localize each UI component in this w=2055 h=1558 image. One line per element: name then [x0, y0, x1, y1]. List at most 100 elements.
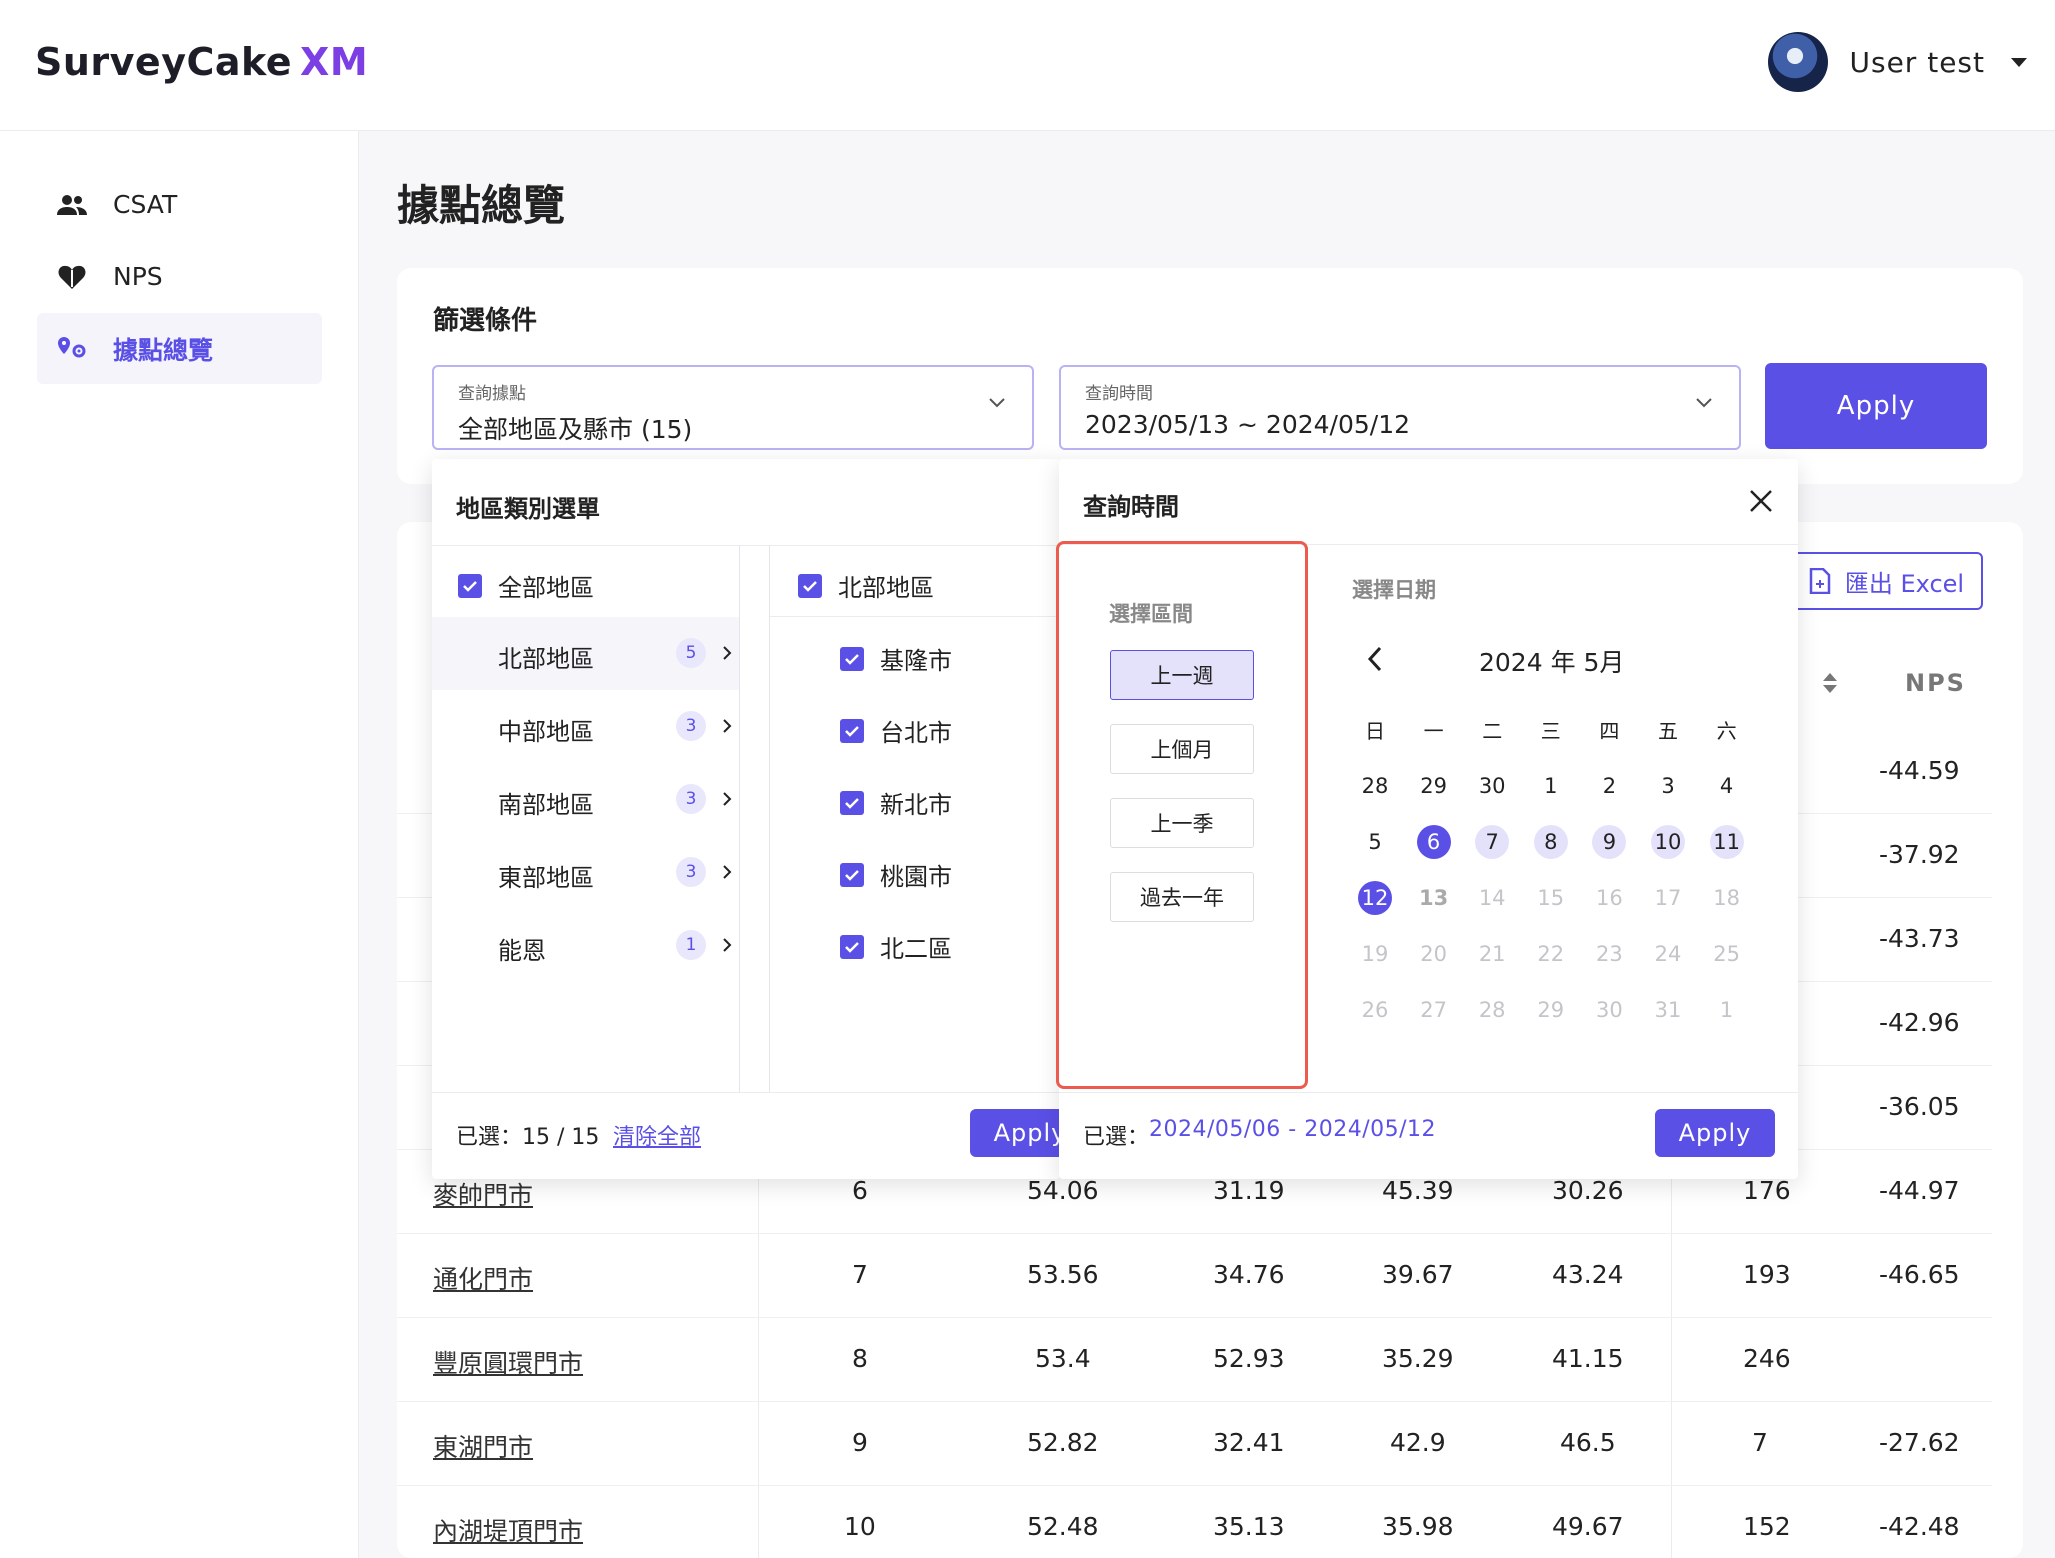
calendar-day: 19	[1361, 942, 1389, 966]
location-select-value: 全部地區及縣市 (15)	[458, 415, 693, 444]
clear-all-link[interactable]: 清除全部	[613, 1119, 701, 1151]
caret-down-icon[interactable]	[2011, 57, 2027, 67]
sort-icon[interactable]	[1822, 672, 1838, 694]
checkbox-checked-icon[interactable]	[840, 862, 864, 887]
count-cell: 193	[1743, 1260, 1791, 1289]
nps-cell: -44.59	[1879, 756, 1960, 785]
time-select[interactable]: 查詢時間 2023/05/13 ~ 2024/05/12	[1059, 365, 1741, 450]
region-item-central[interactable]: 中部地區 3	[498, 704, 738, 748]
city-checkbox-taipei[interactable]: 台北市	[840, 713, 952, 748]
calendar-title: 選擇日期	[1352, 578, 1436, 602]
export-excel-button[interactable]: 匯出 Excel	[1790, 552, 1983, 610]
region-item-east[interactable]: 東部地區 3	[498, 850, 738, 894]
checkbox-checked-icon[interactable]	[840, 718, 864, 743]
region-dropdown-panel: 地區類別選單 全部地區 北部地區 5 中部地區 3 南部地區 3 東部地區 3 …	[432, 459, 1090, 1179]
user-name[interactable]: User test	[1850, 46, 1986, 79]
calendar-day[interactable]: 28	[1358, 769, 1392, 803]
region-item-south[interactable]: 南部地區 3	[498, 777, 738, 821]
chevron-down-icon[interactable]	[988, 397, 1006, 409]
checkbox-checked-icon[interactable]	[840, 646, 864, 671]
region-item-other[interactable]: 能恩 1	[498, 923, 738, 967]
table-row: 通化門市 7 53.56 34.76 39.67 43.24 193 -46.6…	[397, 1234, 1992, 1318]
chevron-down-icon[interactable]	[1695, 397, 1713, 409]
city-checkbox-keelung[interactable]: 基隆市	[840, 641, 952, 676]
preset-last-month-button[interactable]: 上個月	[1110, 724, 1254, 774]
count-cell: 246	[1743, 1344, 1791, 1373]
checkbox-checked-icon[interactable]	[840, 934, 864, 959]
calendar-day-range-end[interactable]: 12	[1358, 881, 1392, 915]
checkbox-checked-icon[interactable]	[798, 573, 822, 598]
calendar-day[interactable]: 29	[1417, 769, 1451, 803]
sidebar-item-nps[interactable]: NPS	[37, 241, 322, 312]
nps-cell: -42.48	[1879, 1512, 1960, 1541]
preset-past-year-button[interactable]: 過去一年	[1110, 872, 1254, 922]
score-cell: 32.41	[1213, 1428, 1285, 1457]
date-apply-button[interactable]: Apply	[1655, 1109, 1775, 1157]
city-checkbox-north-2[interactable]: 北二區	[840, 929, 952, 964]
checkbox-checked-icon[interactable]	[840, 790, 864, 815]
location-select[interactable]: 查詢據點 全部地區及縣市 (15)	[432, 365, 1034, 450]
calendar-day[interactable]: 30	[1475, 769, 1509, 803]
calendar-day-in-range[interactable]: 11	[1709, 825, 1744, 859]
calendar-day[interactable]: 4	[1710, 769, 1744, 803]
nps-column-header[interactable]: NPS	[1905, 669, 1966, 697]
logo[interactable]: SurveyCake XM	[35, 40, 368, 84]
store-link[interactable]: 內湖堤頂門市	[433, 1512, 583, 1548]
calendar-day[interactable]: 2	[1592, 769, 1626, 803]
count-cell: 7	[1752, 1428, 1768, 1457]
avatar[interactable]	[1767, 32, 1828, 92]
nps-cell: -43.73	[1879, 924, 1960, 953]
rank-cell: 10	[844, 1512, 876, 1541]
chevron-left-icon[interactable]	[1367, 646, 1383, 672]
store-link[interactable]: 豐原圓環門市	[433, 1344, 583, 1380]
score-cell: 52.48	[1027, 1512, 1099, 1541]
sidebar-item-label: NPS	[113, 262, 163, 291]
rank-cell: 6	[852, 1176, 868, 1205]
chevron-right-icon[interactable]	[722, 791, 732, 807]
user-menu[interactable]: User test	[1767, 32, 2027, 92]
sidebar-item-location-overview[interactable]: 據點總覽	[37, 313, 322, 384]
calendar-day-range-start[interactable]: 6	[1416, 825, 1451, 859]
time-select-label: 查詢時間	[1085, 384, 1153, 404]
calendar-day-in-range[interactable]: 9	[1592, 825, 1627, 859]
region-label: 北部地區	[498, 645, 594, 673]
chevron-right-icon[interactable]	[722, 645, 732, 661]
chevron-right-icon[interactable]	[722, 937, 732, 953]
store-link[interactable]: 東湖門市	[433, 1428, 533, 1464]
filter-card: 篩選條件 查詢據點 全部地區及縣市 (15) 查詢時間 2023/05/13 ~…	[397, 268, 2023, 484]
score-cell: 35.13	[1213, 1512, 1285, 1541]
score-cell: 52.93	[1213, 1344, 1285, 1373]
calendar-day-in-range[interactable]: 7	[1475, 825, 1510, 859]
chevron-right-icon[interactable]	[722, 864, 732, 880]
filter-apply-button[interactable]: Apply	[1765, 363, 1987, 449]
sidebar: CSAT NPS 據點總覽	[0, 131, 359, 1558]
store-link[interactable]: 通化門市	[433, 1260, 533, 1296]
city-checkbox-taoyuan[interactable]: 桃園市	[840, 857, 952, 892]
preset-last-quarter-button[interactable]: 上一季	[1110, 798, 1254, 848]
calendar-day: 14	[1478, 886, 1506, 910]
calendar-day: 25	[1713, 942, 1740, 966]
calendar-day-in-range[interactable]: 10	[1651, 825, 1685, 859]
close-icon[interactable]	[1748, 488, 1774, 514]
region-item-north[interactable]: 北部地區 5	[498, 631, 738, 675]
score-cell: 53.4	[1035, 1344, 1091, 1373]
sidebar-item-csat[interactable]: CSAT	[37, 169, 322, 240]
chevron-right-icon[interactable]	[722, 718, 732, 734]
calendar-day: 29	[1537, 998, 1565, 1022]
calendar-day: 24	[1654, 942, 1682, 966]
calendar-day-in-range[interactable]: 8	[1533, 825, 1568, 859]
calendar-day[interactable]: 3	[1651, 769, 1685, 803]
calendar-day: 27	[1420, 998, 1447, 1022]
top-bar: SurveyCake XM User test	[0, 0, 2055, 131]
rank-cell: 8	[852, 1344, 868, 1373]
checkbox-checked-icon[interactable]	[458, 573, 482, 598]
all-regions-checkbox[interactable]: 全部地區	[458, 568, 594, 603]
calendar-day[interactable]: 5	[1358, 825, 1392, 859]
preset-last-week-button[interactable]: 上一週	[1110, 650, 1254, 700]
city-checkbox-new-taipei[interactable]: 新北市	[840, 785, 952, 820]
calendar-day[interactable]: 1	[1534, 769, 1568, 803]
sub-region-header-checkbox[interactable]: 北部地區	[798, 568, 934, 603]
store-link[interactable]: 麥帥門市	[433, 1176, 533, 1212]
nps-cell: -37.92	[1879, 840, 1960, 869]
weekday-label: 日	[1365, 718, 1385, 743]
